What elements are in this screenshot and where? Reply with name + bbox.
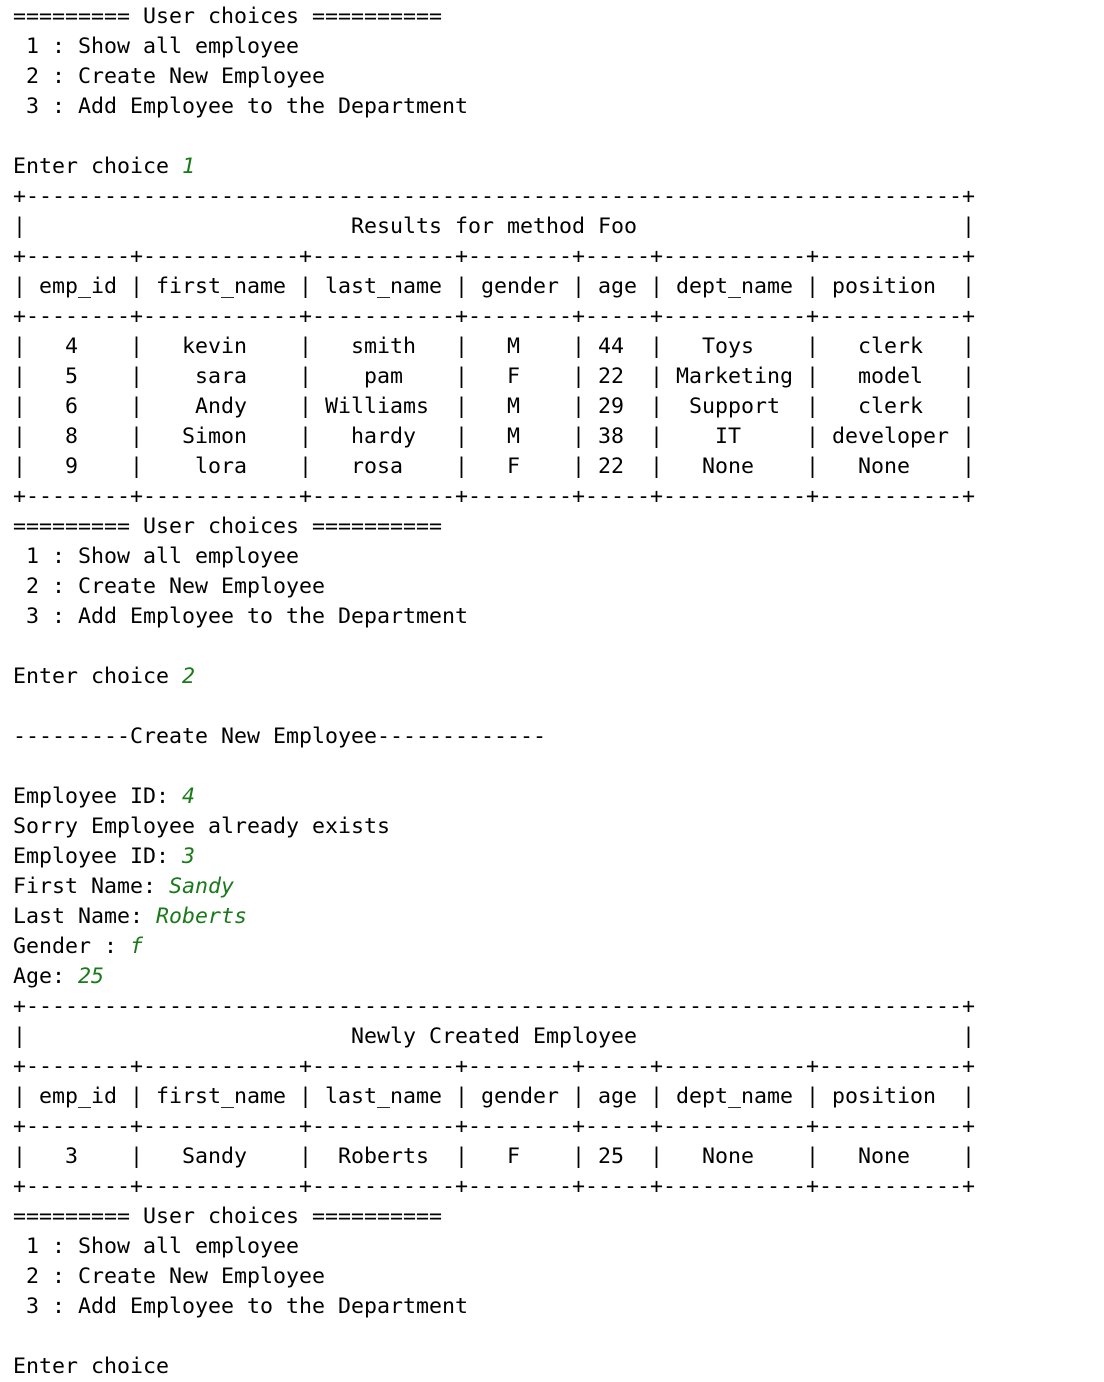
table-title-separator: +--------+------------+-----------+-----… [13, 244, 976, 269]
menu-item-1[interactable]: 1 : Show all employee [13, 32, 1104, 62]
table-header-separator: +--------+------------+-----------+-----… [13, 304, 976, 329]
create-field-input[interactable]: 25 [78, 964, 104, 989]
create-field-input[interactable]: 3 [182, 844, 195, 869]
create-field-0: Employee ID: 4 [13, 782, 1104, 812]
table-header-row: | emp_id | first_name | last_name | gend… [13, 274, 976, 299]
menu-header: ========= User choices ========== [13, 1204, 443, 1229]
create-field-5: Gender : f [13, 932, 1104, 962]
table-top-border: +---------------------------------------… [13, 994, 976, 1019]
prompt-line: Enter choice [13, 1352, 1104, 1382]
menu-item-2[interactable]: 2 : Create New Employee [13, 1262, 1104, 1292]
menu-item-2[interactable]: 2 : Create New Employee [13, 572, 1104, 602]
create-field-6: Age: 25 [13, 962, 1104, 992]
table-top-border: +---------------------------------------… [13, 184, 976, 209]
table-row: | 6 | Andy | Williams | M | 29 | Support… [13, 394, 976, 419]
table-title-row: | Results for method Foo | [13, 214, 976, 239]
menu-header: ========= User choices ========== [13, 514, 443, 539]
create-field-label: Last Name: [13, 904, 157, 929]
create-field-input[interactable]: Sandy [169, 874, 234, 899]
table-title-separator: +--------+------------+-----------+-----… [13, 1054, 976, 1079]
menu-item-3[interactable]: 3 : Add Employee to the Department [13, 1292, 1104, 1322]
create-field-4: Last Name: Roberts [13, 902, 1104, 932]
create-field-2: Employee ID: 3 [13, 842, 1104, 872]
create-field-label: Age: [13, 964, 79, 989]
prompt-line: Enter choice 1 [13, 152, 1104, 182]
table-bottom-border: +--------+------------+-----------+-----… [13, 484, 976, 509]
prompt-label: Enter choice [13, 1354, 170, 1379]
menu-item-2[interactable]: 2 : Create New Employee [13, 62, 1104, 92]
ascii-table-2: +---------------------------------------… [13, 992, 1104, 1202]
table-row: | 4 | kevin | smith | M | 44 | Toys | cl… [13, 334, 976, 359]
menu-item-1[interactable]: 1 : Show all employee [13, 1232, 1104, 1262]
menu-item-3[interactable]: 3 : Add Employee to the Department [13, 92, 1104, 122]
terminal-output: ========= User choices ========== 1 : Sh… [0, 0, 1104, 1382]
menu-item-1[interactable]: 1 : Show all employee [13, 542, 1104, 572]
create-field-3: First Name: Sandy [13, 872, 1104, 902]
create-field-input[interactable]: f [130, 934, 143, 959]
prompt-input-value[interactable]: 1 [182, 154, 195, 179]
create-field-input[interactable]: Roberts [156, 904, 247, 929]
table-title-row: | Newly Created Employee | [13, 1024, 976, 1049]
create-field-label: Sorry Employee already exists [13, 814, 391, 839]
table-header-separator: +--------+------------+-----------+-----… [13, 1114, 976, 1139]
create-field-label: Employee ID: [13, 784, 183, 809]
table-row: | 9 | lora | rosa | F | 22 | None | None… [13, 454, 976, 479]
prompt-line: Enter choice 2 [13, 662, 1104, 692]
create-field-label: Employee ID: [13, 844, 183, 869]
table-row: | 3 | Sandy | Roberts | F | 25 | None | … [13, 1144, 976, 1169]
create-field-label: First Name: [13, 874, 170, 899]
menu-header: ========= User choices ========== [13, 4, 443, 29]
table-bottom-border: +--------+------------+-----------+-----… [13, 1174, 976, 1199]
table-row: | 8 | Simon | hardy | M | 38 | IT | deve… [13, 424, 976, 449]
prompt-label: Enter choice [13, 664, 183, 689]
create-field-input[interactable]: 4 [182, 784, 195, 809]
table-row: | 5 | sara | pam | F | 22 | Marketing | … [13, 364, 976, 389]
create-employee-header: ---------Create New Employee------------… [13, 724, 547, 749]
ascii-table-1: +---------------------------------------… [13, 182, 1104, 512]
table-header-row: | emp_id | first_name | last_name | gend… [13, 1084, 976, 1109]
prompt-label: Enter choice [13, 154, 183, 179]
create-field-1: Sorry Employee already exists [13, 812, 1104, 842]
create-field-label: Gender : [13, 934, 131, 959]
prompt-input-value[interactable]: 2 [182, 664, 195, 689]
menu-item-3[interactable]: 3 : Add Employee to the Department [13, 602, 1104, 632]
